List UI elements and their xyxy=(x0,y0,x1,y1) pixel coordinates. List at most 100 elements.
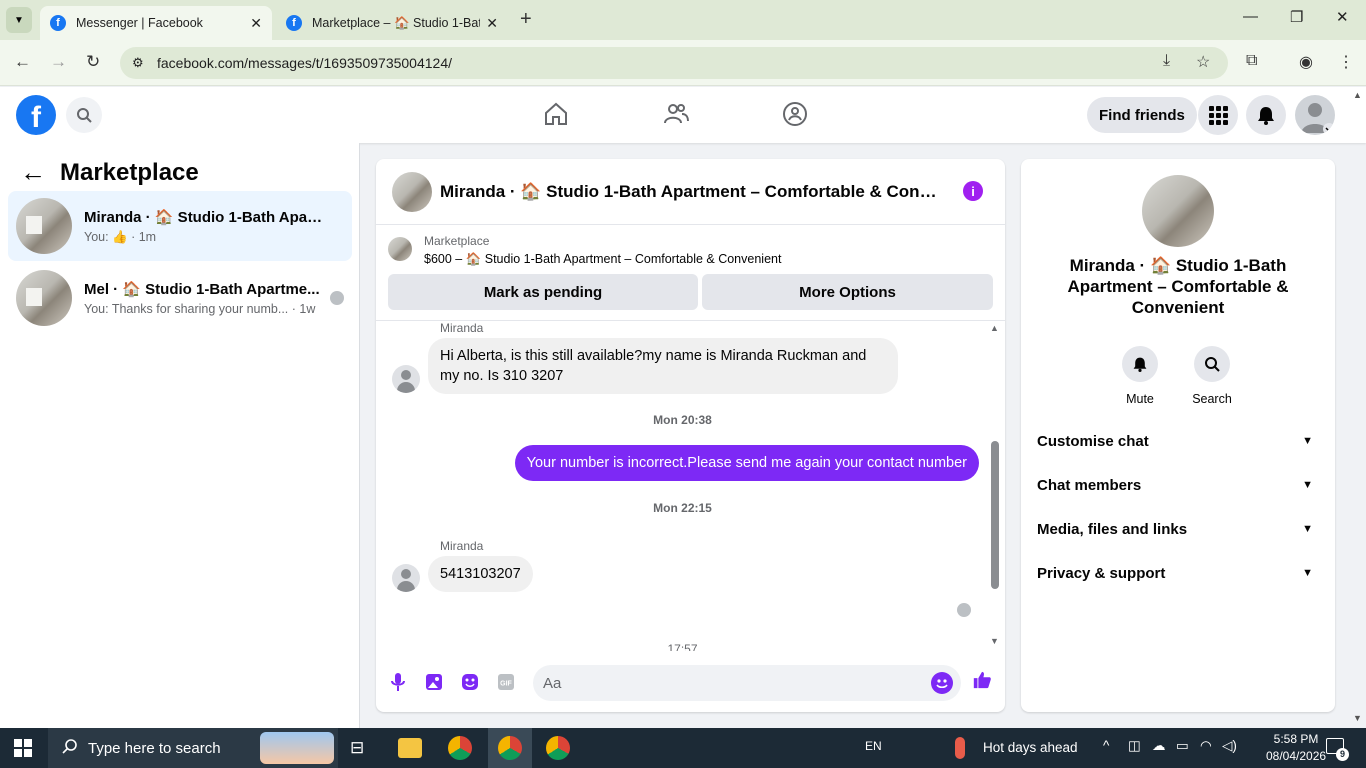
page-scroll-down-icon[interactable]: ▼ xyxy=(1353,713,1362,723)
sender-avatar[interactable] xyxy=(392,365,420,393)
thermometer-icon xyxy=(955,737,965,759)
search-icon[interactable] xyxy=(66,97,102,133)
microphone-icon[interactable] xyxy=(388,672,408,692)
conversation-item[interactable]: Mel · 🏠 Studio 1-Bath Apartme... You: Th… xyxy=(8,263,352,333)
chat-thumbnail[interactable] xyxy=(392,171,432,212)
outgoing-message: Your number is incorrect.Please send me … xyxy=(514,445,979,481)
gif-icon[interactable]: GIF xyxy=(496,672,516,692)
menu-grid-icon[interactable] xyxy=(1198,95,1238,135)
facebook-header: f Find friends xyxy=(0,87,1366,143)
sender-avatar[interactable] xyxy=(392,564,420,592)
menu-kebab-icon[interactable]: ⋮ xyxy=(1338,52,1354,72)
composer: GIF Aa xyxy=(376,659,1005,707)
page-scroll-up-icon[interactable]: ▲ xyxy=(1353,90,1362,100)
chevron-up-icon[interactable]: ^ xyxy=(1103,738,1109,753)
install-app-icon[interactable]: ⤓ xyxy=(1163,52,1170,70)
search-highlight-image xyxy=(260,732,334,764)
friends-icon[interactable] xyxy=(663,101,689,130)
info-icon[interactable]: i xyxy=(963,181,983,201)
scroll-down-icon[interactable]: ▼ xyxy=(990,636,999,646)
facebook-icon: f xyxy=(50,15,66,31)
restore-icon[interactable]: ❐ xyxy=(1290,8,1303,26)
search-button[interactable]: Search xyxy=(1182,346,1242,406)
chevron-down-icon: ▼ xyxy=(1302,567,1313,579)
wifi-icon[interactable]: ◠ xyxy=(1200,738,1212,754)
task-view-icon[interactable]: ⊟ xyxy=(350,738,364,758)
cloud-icon[interactable]: ☁ xyxy=(1152,738,1166,754)
close-icon[interactable]: ✕ xyxy=(486,15,498,32)
incoming-message: Hi Alberta, is this still available?my n… xyxy=(428,338,898,394)
facebook-icon: f xyxy=(286,15,302,31)
battery-icon[interactable]: ▭ xyxy=(1176,738,1189,754)
scroll-up-icon[interactable]: ▲ xyxy=(990,323,999,333)
svg-text:GIF: GIF xyxy=(500,681,512,688)
weather-text[interactable]: Hot days ahead xyxy=(983,740,1078,755)
listing-price[interactable]: $600 – 🏠 Studio 1-Bath Apartment – Comfo… xyxy=(424,252,781,267)
clock-date: 08/04/2026 xyxy=(1266,749,1327,763)
chrome-icon[interactable] xyxy=(498,736,522,760)
account-avatar[interactable] xyxy=(1295,95,1335,135)
meet-now-icon[interactable]: ◫ xyxy=(1128,738,1141,754)
listing-title: Miranda · 🏠 Studio 1-Bath Apartment – Co… xyxy=(1067,256,1289,317)
emoji-icon[interactable] xyxy=(931,672,953,694)
timestamp: 17:57 xyxy=(667,642,698,651)
sticker-icon[interactable] xyxy=(460,672,480,692)
listing-thumbnail[interactable] xyxy=(1142,175,1214,247)
row-label: Media, files and links xyxy=(1037,520,1188,538)
url-field[interactable]: ⚙ facebook.com/messages/t/16935097350041… xyxy=(120,47,1228,79)
chrome-icon[interactable] xyxy=(546,736,570,760)
bookmark-star-icon[interactable]: ☆ xyxy=(1196,52,1210,72)
row-label: Customise chat xyxy=(1037,432,1149,450)
taskbar-search-placeholder: Type here to search xyxy=(88,739,221,757)
groups-icon[interactable] xyxy=(782,101,808,130)
site-info-icon[interactable]: ⚙ xyxy=(132,55,144,71)
reload-icon[interactable]: ↻ xyxy=(86,52,100,72)
windows-start-icon[interactable] xyxy=(14,739,32,757)
new-tab-icon[interactable]: + xyxy=(520,8,532,31)
clock[interactable]: 5:58 PM 08/04/2026 xyxy=(1266,731,1326,765)
sender-name: Miranda xyxy=(440,539,484,553)
chat-scrollbar[interactable] xyxy=(991,441,999,589)
listing-label: Marketplace xyxy=(424,234,490,248)
tab-messenger[interactable]: f Messenger | Facebook ✕ xyxy=(40,6,272,40)
like-thumb-icon[interactable] xyxy=(972,670,992,690)
mute-button[interactable]: Mute xyxy=(1110,346,1170,406)
chrome-icon[interactable] xyxy=(448,736,472,760)
file-explorer-icon[interactable] xyxy=(398,738,422,758)
notifications-bell-icon[interactable] xyxy=(1246,95,1286,135)
forward-icon[interactable]: → xyxy=(50,52,67,72)
conversation-preview: You: Thanks for sharing your numb... · 1… xyxy=(84,302,316,316)
photo-icon[interactable] xyxy=(424,672,444,692)
tab-search-dropdown[interactable]: ▼ xyxy=(6,7,32,33)
more-options-button[interactable]: More Options xyxy=(702,274,993,310)
language-indicator[interactable]: EN xyxy=(865,739,882,753)
customise-chat-row[interactable]: Customise chat ▼ xyxy=(1037,419,1319,463)
privacy-support-row[interactable]: Privacy & support ▼ xyxy=(1037,551,1319,595)
taskbar-search-box[interactable]: Type here to search xyxy=(48,728,338,768)
chat-title[interactable]: Miranda · 🏠 Studio 1-Bath Apartment – Co… xyxy=(440,182,945,202)
conversation-item[interactable]: Miranda · 🏠 Studio 1-Bath Apart... You: … xyxy=(8,191,352,261)
profile-icon[interactable]: ◉ xyxy=(1299,52,1313,72)
close-icon[interactable]: ✕ xyxy=(250,15,262,32)
back-arrow-icon[interactable]: ← xyxy=(20,157,46,188)
page-title: Marketplace xyxy=(60,158,199,186)
find-friends-button[interactable]: Find friends xyxy=(1087,97,1197,133)
message-input-placeholder: Aa xyxy=(543,674,562,692)
search-icon xyxy=(1194,346,1230,382)
listing-thumbnail xyxy=(16,270,72,326)
listing-thumbnail xyxy=(388,237,412,261)
message-input[interactable]: Aa xyxy=(533,665,961,701)
volume-icon[interactable]: ◁) xyxy=(1222,738,1237,754)
facebook-logo-icon[interactable]: f xyxy=(16,95,56,135)
tab-label: Marketplace – 🏠 Studio 1-Bath xyxy=(312,15,481,30)
mark-pending-button[interactable]: Mark as pending xyxy=(388,274,698,310)
home-icon[interactable] xyxy=(543,101,569,130)
tab-marketplace[interactable]: f Marketplace – 🏠 Studio 1-Bath ✕ xyxy=(276,6,508,40)
back-icon[interactable]: ← xyxy=(14,52,31,72)
extensions-icon[interactable]: ⧉ xyxy=(1246,52,1257,70)
chat-members-row[interactable]: Chat members ▼ xyxy=(1037,463,1319,507)
minimize-icon[interactable]: — xyxy=(1243,8,1258,25)
window-close-icon[interactable]: ✕ xyxy=(1336,8,1349,26)
conversation-preview: You: 👍 · 1m xyxy=(84,229,157,244)
media-files-links-row[interactable]: Media, files and links ▼ xyxy=(1037,507,1319,551)
